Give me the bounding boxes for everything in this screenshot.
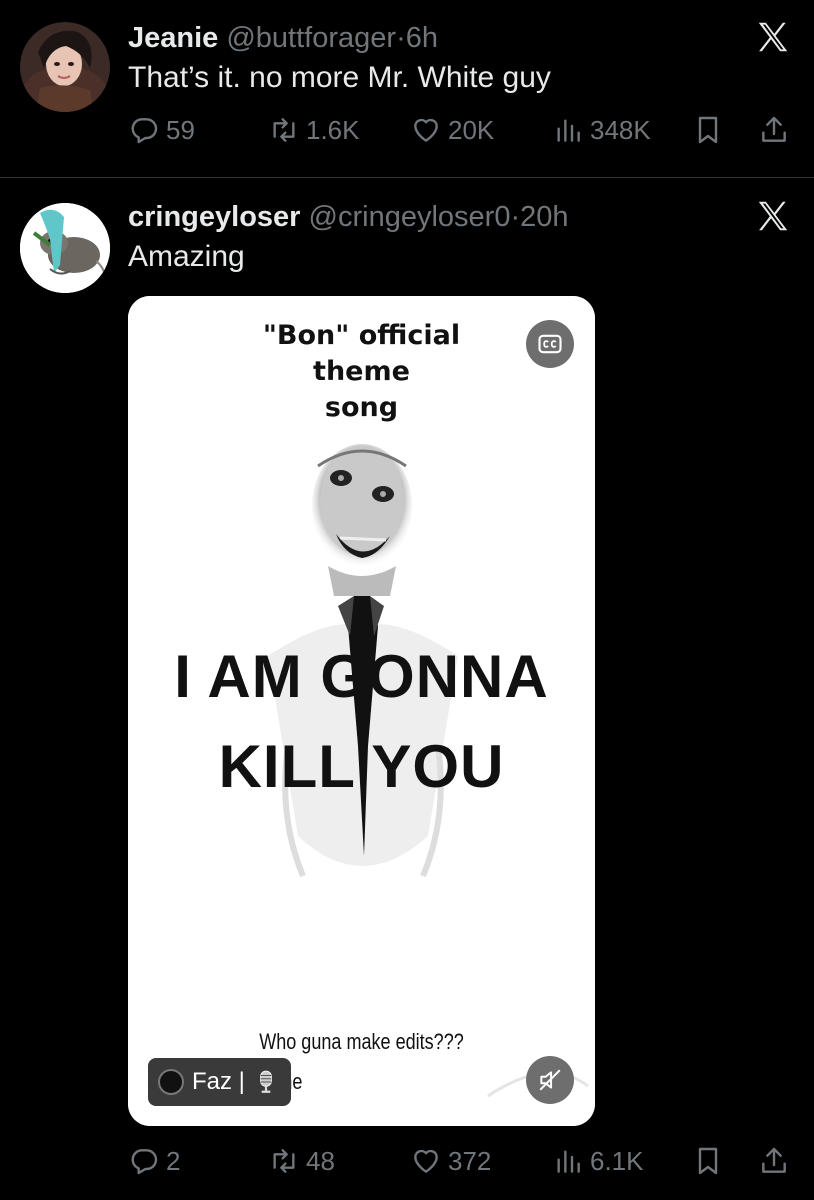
retweet-button[interactable]: 1.6K <box>268 110 360 150</box>
tweet-text: Amazing <box>128 240 245 273</box>
title-line: theme <box>313 356 410 387</box>
video-media[interactable]: "Bon" official theme song I AM GONNA KIL… <box>128 296 595 1126</box>
like-button[interactable]: 20K <box>410 110 494 150</box>
tweet-text: That’s it. no more Mr. White guy <box>128 61 551 94</box>
heart-icon <box>414 1149 438 1173</box>
badge-avatar <box>158 1069 184 1095</box>
captions-button[interactable] <box>526 320 574 368</box>
tweet-1[interactable]: Jeanie @buttforager·6h That’s it. no mor… <box>0 0 814 178</box>
microphone-icon <box>259 1070 272 1093</box>
mute-toggle-button[interactable] <box>526 1056 574 1104</box>
bookmark-icon <box>698 116 718 144</box>
bookmark-button[interactable] <box>692 1141 724 1181</box>
retweet-button[interactable]: 48 <box>268 1141 335 1181</box>
video-big-text-1: I AM GONNA <box>174 643 549 710</box>
reply-icon <box>131 1149 158 1175</box>
video-caption-1: Who guna make edits??? <box>259 1029 464 1054</box>
reply-icon <box>131 118 158 144</box>
author-handle[interactable]: @buttforager <box>226 22 396 54</box>
tweet-header: Jeanie @buttforager·6h <box>128 22 438 55</box>
share-button[interactable] <box>758 110 790 150</box>
closed-captions-icon <box>538 334 562 354</box>
avatar-image <box>20 203 110 293</box>
retweet-count: 1.6K <box>306 114 360 145</box>
video-title-text: "Bon" official theme song <box>128 318 595 426</box>
avatar-image <box>20 22 110 112</box>
views-button[interactable]: 348K <box>552 110 651 150</box>
views-icon <box>557 119 580 142</box>
share-icon <box>762 1147 786 1173</box>
avatar[interactable] <box>20 22 110 112</box>
tweet-header: cringeyloser @cringeyloser0·20h <box>128 201 569 234</box>
views-icon <box>557 1150 580 1173</box>
separator-dot: · <box>396 22 406 54</box>
timestamp[interactable]: 20h <box>520 201 568 233</box>
author-name[interactable]: Jeanie <box>128 22 218 54</box>
video-big-text-2: KILL YOU <box>218 733 505 800</box>
author-handle[interactable]: @cringeyloser0 <box>309 201 511 233</box>
timestamp[interactable]: 6h <box>406 22 438 54</box>
reply-button[interactable]: 59 <box>128 110 195 150</box>
share-button[interactable] <box>758 1141 790 1181</box>
bookmark-icon <box>698 1147 718 1175</box>
x-logo-icon <box>754 18 792 56</box>
avatar[interactable] <box>20 203 110 293</box>
sound-attribution-badge[interactable]: Faz | <box>148 1058 291 1106</box>
retweet-icon <box>273 1149 295 1173</box>
title-line: "Bon" official <box>262 320 461 351</box>
reply-count: 59 <box>166 114 195 145</box>
reply-count: 2 <box>166 1145 181 1176</box>
view-count: 6.1K <box>590 1145 644 1176</box>
tweet-2[interactable]: cringeyloser @cringeyloser0·20h Amazing <box>0 179 814 1200</box>
like-count: 372 <box>448 1145 492 1176</box>
share-icon <box>762 116 786 142</box>
badge-label: Faz | <box>192 1068 245 1095</box>
like-button[interactable]: 372 <box>410 1141 491 1181</box>
view-count: 348K <box>590 114 651 145</box>
views-button[interactable]: 6.1K <box>552 1141 644 1181</box>
like-count: 20K <box>448 114 495 145</box>
bookmark-button[interactable] <box>692 110 724 150</box>
separator-dot: · <box>510 201 521 233</box>
heart-icon <box>414 118 438 142</box>
tweet-actions: 59 1.6K 20K 348K <box>0 110 814 150</box>
tweet-actions: 2 48 372 6.1K <box>0 1141 814 1181</box>
retweet-count: 48 <box>306 1145 335 1176</box>
author-name[interactable]: cringeyloser <box>128 201 300 233</box>
volume-muted-icon <box>539 1069 561 1091</box>
reply-button[interactable]: 2 <box>128 1141 180 1181</box>
title-line: song <box>324 392 399 423</box>
x-logo-icon <box>754 197 792 235</box>
retweet-icon <box>273 118 295 142</box>
